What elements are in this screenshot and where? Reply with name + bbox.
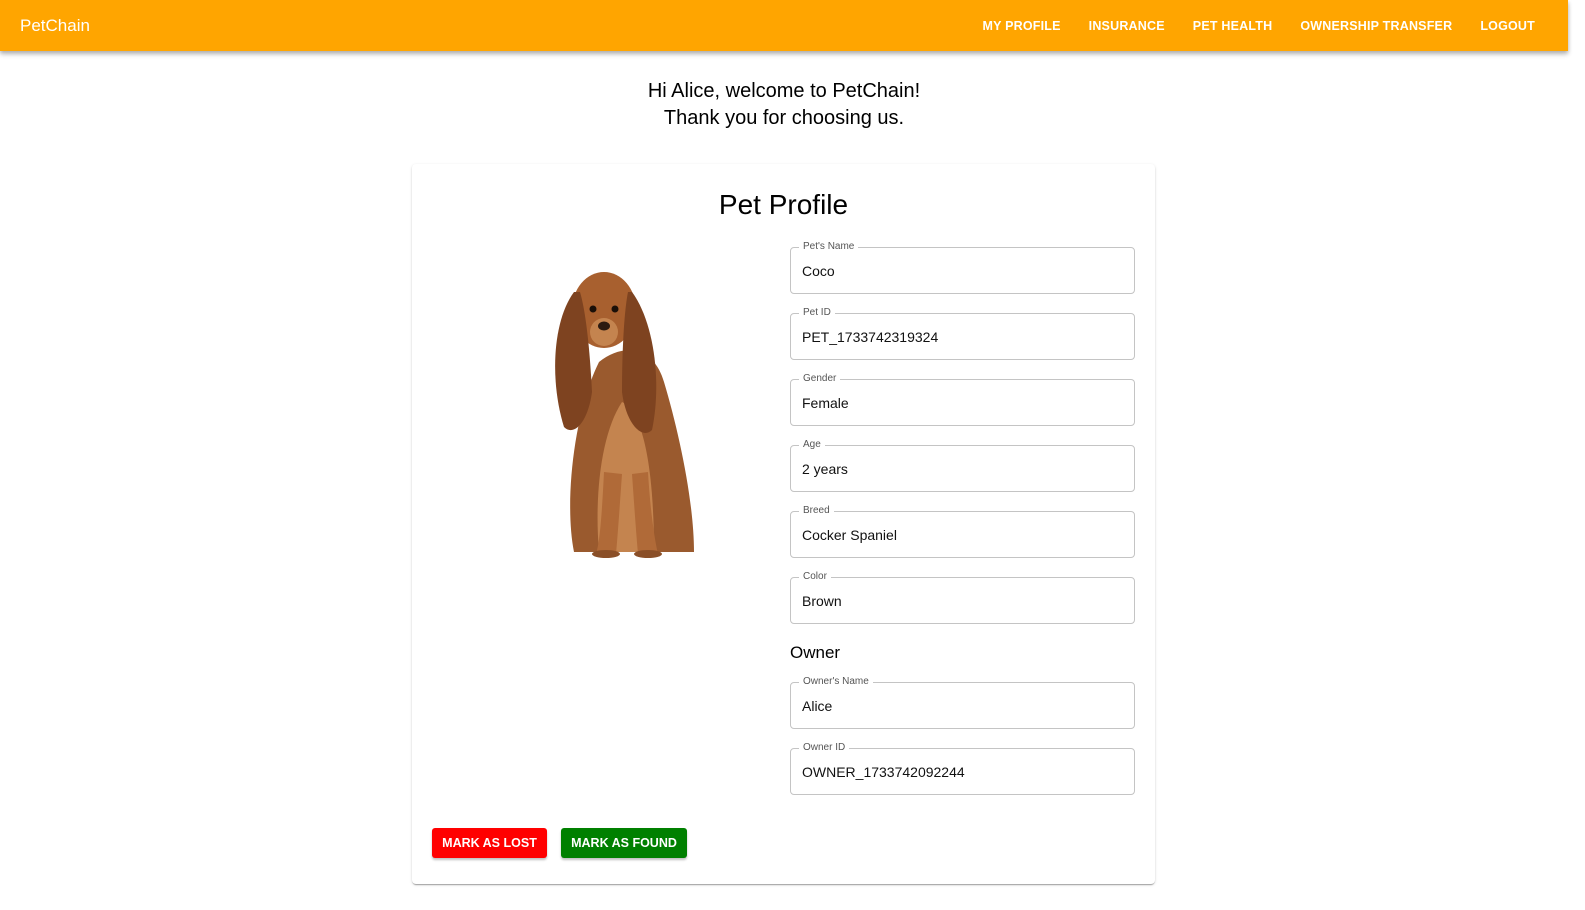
pet-id-field: Pet ID — [790, 307, 1135, 360]
mark-as-lost-button[interactable]: MARK AS LOST — [432, 828, 547, 858]
gender-input[interactable] — [791, 380, 1134, 425]
age-field: Age — [790, 439, 1135, 492]
owner-id-input[interactable] — [791, 749, 1134, 794]
welcome-thanks: Thank you for choosing us. — [663, 107, 905, 129]
pet-profile-card: Pet Profile Pet's Name Pet ID — [412, 164, 1155, 884]
pet-name-input[interactable] — [791, 248, 1134, 293]
color-field: Color — [790, 571, 1135, 624]
gender-field: Gender — [790, 373, 1135, 426]
owner-name-input[interactable] — [791, 683, 1134, 728]
card-title: Pet Profile — [718, 189, 849, 220]
nav-logout[interactable]: LOGOUT — [1467, 11, 1548, 41]
color-input[interactable] — [791, 578, 1134, 623]
owner-heading: Owner — [790, 643, 841, 662]
welcome-message: Hi Alice, welcome to PetChain! Thank you… — [0, 78, 1568, 132]
app-bar: PetChain MY PROFILE INSURANCE PET HEALTH… — [0, 0, 1568, 51]
owner-name-field: Owner's Name — [790, 676, 1135, 729]
pet-name-field: Pet's Name — [790, 241, 1135, 294]
nav-menu: MY PROFILE INSURANCE PET HEALTH OWNERSHI… — [969, 11, 1548, 41]
breed-field: Breed — [790, 505, 1135, 558]
brand-title[interactable]: PetChain — [20, 16, 969, 36]
pet-photo — [504, 252, 759, 558]
mark-as-found-button[interactable]: MARK AS FOUND — [561, 828, 687, 858]
breed-input[interactable] — [791, 512, 1134, 557]
nav-ownership-transfer[interactable]: OWNERSHIP TRANSFER — [1287, 11, 1465, 41]
nav-my-profile[interactable]: MY PROFILE — [969, 11, 1073, 41]
owner-id-field: Owner ID — [790, 742, 1135, 795]
nav-insurance[interactable]: INSURANCE — [1076, 11, 1178, 41]
welcome-greeting: Hi Alice, welcome to PetChain! — [647, 80, 921, 102]
pet-fields: Pet's Name Pet ID Gender Age Breed Color… — [790, 241, 1135, 814]
age-input[interactable] — [791, 446, 1134, 491]
pet-id-input[interactable] — [791, 314, 1134, 359]
nav-pet-health[interactable]: PET HEALTH — [1180, 11, 1286, 41]
